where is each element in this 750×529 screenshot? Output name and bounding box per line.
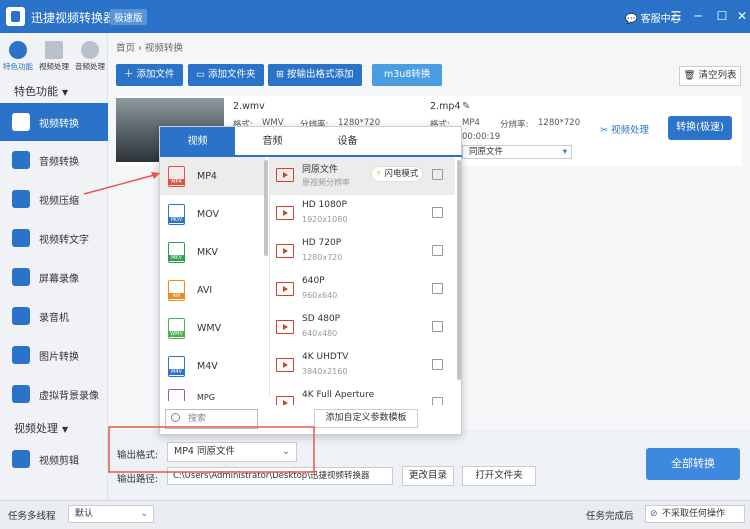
annotation-arrow — [83, 173, 159, 195]
highlight-box — [108, 426, 315, 473]
annotation-overlay — [83, 172, 315, 473]
